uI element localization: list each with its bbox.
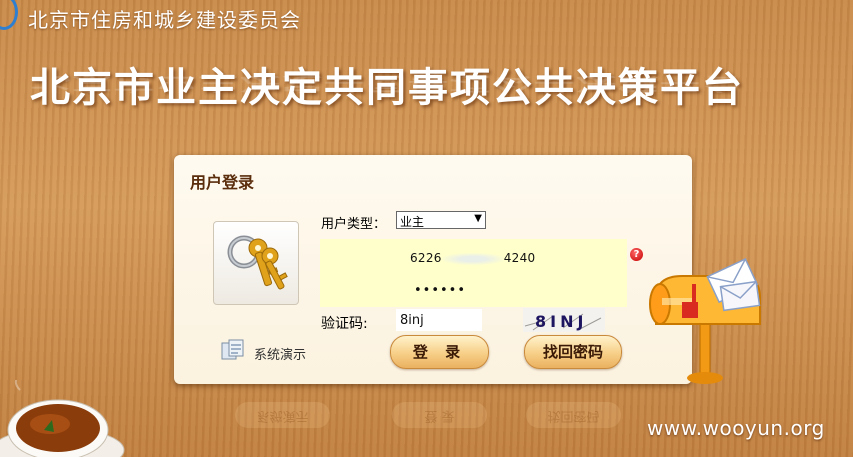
chevron-down-icon: ▼ (474, 213, 482, 224)
user-type-label: 用户类型： (321, 217, 387, 232)
recover-password-button[interactable]: 找回密码 (524, 335, 622, 369)
platform-title-reflection: 北京市业主决定共同事项公共决策平台 (30, 72, 744, 94)
account-suffix: 4240 (503, 251, 536, 265)
password-input[interactable]: •••••• (414, 283, 466, 298)
tea-cup-icon (0, 371, 130, 457)
login-button[interactable]: 登 录 (390, 335, 489, 369)
demo-link[interactable]: 系统演示 (254, 344, 306, 363)
login-panel-title: 用户登录 (190, 173, 255, 192)
org-name: 北京市住房和城乡建设委员会 (28, 8, 301, 32)
demo-reflection: 系统演示 (235, 402, 330, 428)
recover-button-reflection: 找回密码 (526, 402, 621, 428)
watermark: www.wooyun.org (647, 416, 825, 440)
mailbox-icon (648, 258, 778, 388)
account-prefix: 6226 (410, 251, 442, 265)
page-background: 北京市住房和城乡建设委员会 北京市业主决定共同事项公共决策平台 北京市业主决定共… (0, 0, 853, 457)
demo-icon[interactable] (220, 339, 248, 363)
keys-icon (213, 221, 299, 305)
org-logo-icon (0, 0, 18, 30)
captcha-input[interactable] (396, 309, 482, 331)
credentials-area (320, 239, 627, 307)
account-redaction (441, 252, 504, 265)
login-panel: 用户登录 系统演示 用户类型： 业主 ▼ 6226 4240 ? •••••• … (174, 155, 692, 384)
captcha-text: 8INJ (535, 312, 587, 331)
user-type-value: 业主 (400, 215, 425, 229)
help-icon[interactable]: ? (630, 248, 643, 261)
login-button-reflection: 登 录 (392, 402, 487, 428)
captcha-label: 验证码: (321, 316, 368, 332)
account-input[interactable]: 6226 4240 (410, 251, 536, 265)
user-type-select[interactable]: 业主 ▼ (396, 211, 486, 229)
captcha-image[interactable]: 8INJ (523, 308, 605, 332)
